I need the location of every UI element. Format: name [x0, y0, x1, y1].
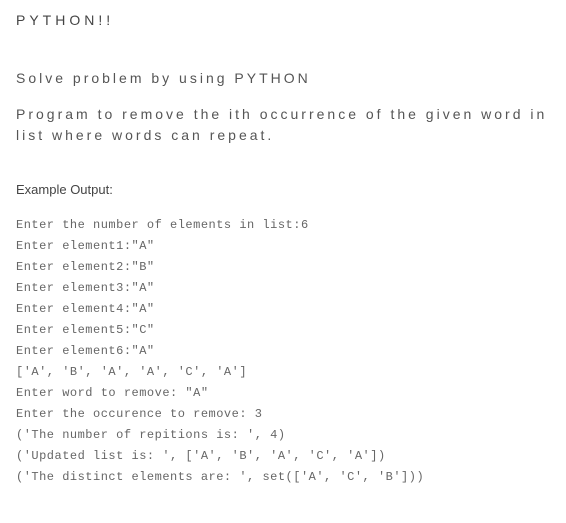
output-line: Enter element5:"C" — [16, 320, 550, 341]
output-line: Enter the occurence to remove: 3 — [16, 404, 550, 425]
problem-heading: Solve problem by using PYTHON — [16, 70, 550, 86]
document-title: PYTHON!! — [16, 12, 550, 28]
output-line: Enter element6:"A" — [16, 341, 550, 362]
output-line: Enter the number of elements in list:6 — [16, 215, 550, 236]
output-line: Enter element3:"A" — [16, 278, 550, 299]
output-line: ('Updated list is: ', ['A', 'B', 'A', 'C… — [16, 446, 550, 467]
problem-description: Program to remove the ith occurrence of … — [16, 104, 550, 146]
output-block: Enter the number of elements in list:6 E… — [16, 215, 550, 488]
output-line: Enter element2:"B" — [16, 257, 550, 278]
output-line: ('The number of repitions is: ', 4) — [16, 425, 550, 446]
output-line: ('The distinct elements are: ', set(['A'… — [16, 467, 550, 488]
output-line: Enter word to remove: "A" — [16, 383, 550, 404]
output-line: ['A', 'B', 'A', 'A', 'C', 'A'] — [16, 362, 550, 383]
output-line: Enter element1:"A" — [16, 236, 550, 257]
output-line: Enter element4:"A" — [16, 299, 550, 320]
example-output-label: Example Output: — [16, 182, 550, 197]
